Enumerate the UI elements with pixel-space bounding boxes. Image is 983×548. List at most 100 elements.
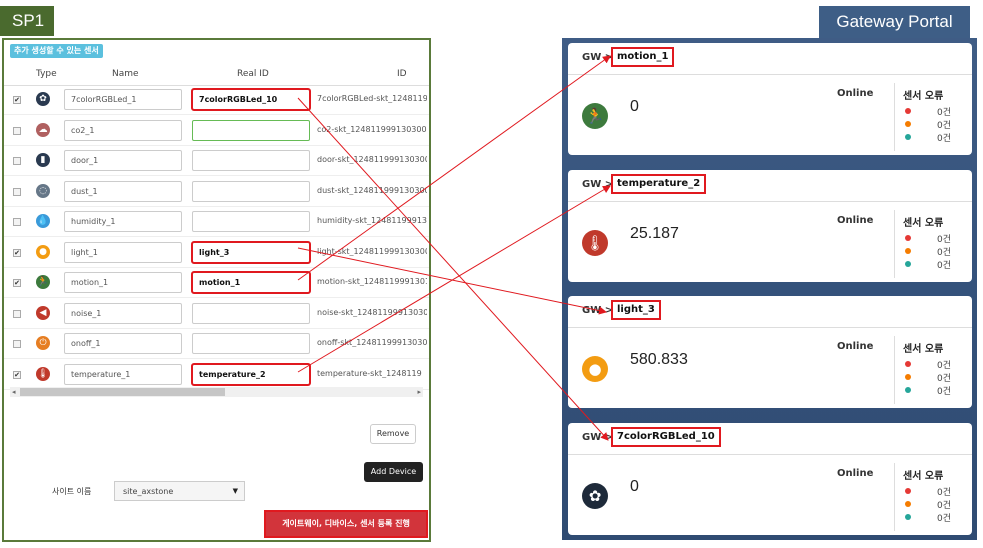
sensor-value: 0 [630, 98, 639, 115]
name-input[interactable]: humidity_1 [64, 211, 182, 232]
error-count: 0건 [937, 134, 952, 144]
row-checkbox[interactable] [13, 218, 21, 226]
sensor-card[interactable]: GW > motion_1 Online 🏃 0 센서 오류 0건 0건 0건 [568, 43, 972, 155]
real-id-input[interactable]: 7colorRGBLed_10 [191, 88, 311, 111]
gw-breadcrumb: GW > [582, 52, 614, 63]
sensor-card[interactable]: GW > temperature_2 Online 🌡 25.187 센서 오류… [568, 170, 972, 282]
error-count: 0건 [937, 108, 952, 118]
error-row: 0건 [905, 498, 965, 511]
row-checkbox[interactable] [13, 187, 21, 196]
row-checkbox[interactable] [13, 126, 21, 135]
gateway-portal-title: Gateway Portal [819, 6, 970, 38]
name-input[interactable]: onoff_1 [64, 333, 182, 354]
error-row: 0건 [905, 105, 965, 118]
table-row[interactable]: ✔ ✿ 7colorRGBLed_1 7colorRGBLed_10 7colo… [4, 85, 429, 115]
row-checkbox[interactable]: ✔ [13, 96, 21, 104]
scroll-left-icon[interactable]: ◂ [12, 387, 16, 397]
status-online: Online [837, 215, 874, 226]
real-id-input[interactable]: temperature_2 [191, 362, 311, 386]
co2-icon: ☁ [36, 122, 50, 137]
error-row: 0건 [905, 118, 965, 131]
noise-icon: ◀ [36, 305, 50, 320]
name-input[interactable]: 7colorRGBLed_1 [64, 89, 182, 110]
table-row[interactable]: ✔ 🏃 motion_1 motion_1 motion-skt_1248119… [4, 268, 429, 298]
name-input[interactable]: co2_1 [64, 119, 182, 141]
real-id-input[interactable]: light_3 [191, 240, 311, 264]
device-name: temperature_2 [611, 174, 707, 194]
card-header: GW > temperature_2 [568, 170, 972, 202]
sensor-badge: 추가 생성할 수 있는 센서 [10, 44, 103, 58]
sensor-card[interactable]: GW > 7colorRGBLed_10 Online ✿ 0 센서 오류 0건… [568, 423, 972, 535]
row-checkbox[interactable]: ✔ [13, 279, 21, 287]
table-row[interactable]: ◌ dust_1 dust-skt_124811999130300 [4, 177, 429, 207]
sensor-error-box: 센서 오류 0건 0건 0건 [894, 210, 966, 278]
error-row: 0건 [905, 358, 965, 371]
error-row: 0건 [905, 485, 965, 498]
thermometer-icon: 🌡 [582, 230, 608, 256]
table-row[interactable]: ✔ 🌡 temperature_1 temperature_2 temperat… [4, 360, 429, 390]
motion-icon: 🏃 [582, 103, 608, 129]
name-input[interactable]: light_1 [64, 241, 182, 263]
table-row[interactable]: ⏻ onoff_1 onoff-skt_124811999130300 [4, 329, 429, 359]
status-dot-icon [905, 248, 911, 254]
sensor-value: 25.187 [630, 225, 679, 242]
name-input[interactable]: door_1 [64, 150, 182, 171]
table-row[interactable]: ▮ door_1 door-skt_124811999130300 [4, 146, 429, 176]
sensor-error-box: 센서 오류 0건 0건 0건 [894, 336, 966, 404]
sensor-card[interactable]: GW > light_3 Online ● 580.833 센서 오류 0건 0… [568, 296, 972, 408]
scroll-right-icon[interactable]: ▸ [417, 387, 421, 397]
scroll-thumb[interactable] [20, 388, 225, 396]
error-count: 0건 [937, 261, 952, 271]
row-checkbox[interactable] [13, 157, 21, 165]
name-input[interactable]: motion_1 [64, 272, 182, 293]
table-row[interactable]: 💧 humidity_1 humidity-skt_1248119991310 [4, 207, 429, 237]
table-row[interactable]: ◀ noise_1 noise-skt_12481199913030 [4, 299, 429, 329]
error-count: 0건 [937, 387, 952, 397]
register-button[interactable]: 게이트웨이, 디바이스, 센서 등록 진행 [264, 510, 428, 538]
real-id-input[interactable] [192, 211, 310, 232]
row-checkbox[interactable]: ✔ [13, 370, 21, 379]
add-device-button[interactable]: Add Device [364, 462, 423, 482]
error-count: 0건 [937, 374, 952, 384]
table-header: Type Name Real ID ID [4, 64, 429, 86]
sensor-value: 580.833 [630, 351, 688, 368]
dust-icon: ◌ [36, 183, 50, 198]
error-title: 센서 오류 [903, 91, 944, 102]
site-select[interactable]: site_axstone ▼ [114, 481, 245, 501]
real-id-input[interactable] [192, 119, 310, 141]
row-checkbox[interactable] [13, 309, 21, 318]
name-input[interactable]: noise_1 [64, 302, 182, 324]
light-icon: ● [36, 244, 50, 259]
card-header: GW > light_3 [568, 296, 972, 328]
humidity-icon: 💧 [36, 214, 50, 228]
horizontal-scrollbar[interactable]: ◂ ▸ [10, 387, 423, 397]
table-row[interactable]: ✔ ● light_1 light_3 light-skt_1248119991… [4, 238, 429, 268]
sensor-value: 0 [630, 478, 639, 495]
sensor-error-box: 센서 오류 0건 0건 0건 [894, 83, 966, 151]
error-title: 센서 오류 [903, 344, 944, 355]
table-row[interactable]: ☁ co2_1 co2-skt_124811999130300 [4, 116, 429, 146]
error-row: 0건 [905, 232, 965, 245]
row-checkbox[interactable]: ✔ [13, 248, 21, 257]
error-row: 0건 [905, 258, 965, 271]
row-checkbox[interactable] [13, 340, 21, 348]
real-id-input[interactable] [192, 180, 310, 202]
remove-button[interactable]: Remove [370, 424, 416, 444]
error-count: 0건 [937, 501, 952, 511]
status-dot-icon [905, 121, 911, 127]
col-id: ID [397, 69, 407, 79]
rgb-led-icon: ✿ [36, 92, 50, 106]
real-id-input[interactable]: motion_1 [191, 271, 311, 294]
error-count: 0건 [937, 514, 952, 524]
error-row: 0건 [905, 131, 965, 144]
real-id-input[interactable] [192, 302, 310, 324]
error-row: 0건 [905, 384, 965, 397]
real-id-input[interactable] [192, 150, 310, 171]
real-id-input[interactable] [192, 333, 310, 354]
status-online: Online [837, 88, 874, 99]
error-count: 0건 [937, 235, 952, 245]
light-icon: ● [582, 356, 608, 382]
screenshot-stage: SP1 추가 생성할 수 있는 센서 Type Name Real ID ID … [0, 0, 983, 548]
name-input[interactable]: dust_1 [64, 180, 182, 202]
name-input[interactable]: temperature_1 [64, 363, 182, 385]
